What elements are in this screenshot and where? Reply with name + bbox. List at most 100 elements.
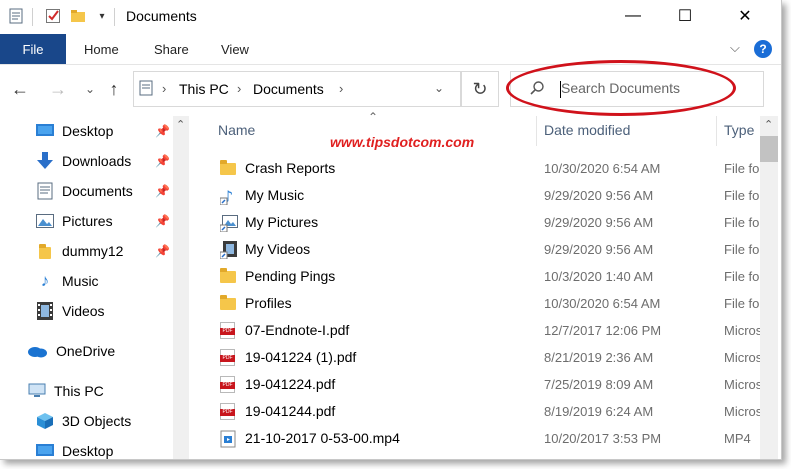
tab-home[interactable]: Home (84, 34, 119, 64)
nav-item-label: Documents (62, 183, 133, 199)
file-name: 21-10-2017 0-53-00.mp4 (245, 430, 400, 446)
pin-icon[interactable]: 📌 (155, 184, 170, 198)
pin-icon[interactable]: 📌 (155, 244, 170, 258)
breadcrumb-arrow-icon[interactable]: › (237, 81, 241, 96)
qat-separator (32, 8, 33, 26)
breadcrumb-arrow-icon[interactable]: › (162, 81, 166, 96)
nav-item-onedrive[interactable]: OneDrive (26, 339, 115, 363)
file-type: File folder (724, 161, 760, 176)
file-row[interactable]: My Pictures 9/29/2020 9:56 AM File folde… (216, 210, 760, 237)
nav-item-downloads[interactable]: Downloads (36, 149, 131, 173)
file-list-scrollbar[interactable] (760, 116, 778, 459)
music-shortcut-icon: ♪ (219, 187, 238, 206)
maximize-button[interactable]: ☐ (662, 0, 708, 32)
pdf-icon (220, 376, 238, 394)
column-header-date-modified[interactable]: Date modified (544, 122, 630, 138)
file-row[interactable]: Pending Pings 10/3/2020 1:40 AM File fol… (216, 264, 760, 291)
pdf-icon (220, 322, 238, 340)
breadcrumb-documents[interactable]: Documents (253, 81, 324, 97)
this-pc-small-icon (138, 80, 154, 101)
file-name: Crash Reports (245, 160, 336, 176)
tab-file[interactable]: File (0, 34, 66, 64)
file-row[interactable]: 21-10-2017 0-53-00.mp4 10/20/2017 3:53 P… (216, 426, 760, 453)
window-title: Documents (126, 8, 197, 24)
file-row[interactable]: 19-041244.pdf 8/19/2019 6:24 AM Microsof… (216, 399, 760, 426)
downloads-icon (36, 152, 54, 170)
pin-icon[interactable]: 📌 (155, 154, 170, 168)
new-folder-icon[interactable] (70, 8, 86, 24)
pin-icon[interactable]: 📌 (155, 124, 170, 138)
file-row[interactable]: My Videos 9/29/2020 9:56 AM File folder (216, 237, 760, 264)
address-bar[interactable]: › This PC › Documents › ⌄ (133, 71, 461, 107)
pin-icon[interactable]: 📌 (155, 214, 170, 228)
tab-share[interactable]: Share (154, 34, 189, 64)
nav-item-label: Pictures (62, 213, 113, 229)
scroll-up-icon[interactable]: ⌃ (764, 118, 773, 131)
nav-item-3d-objects[interactable]: 3D Objects (36, 409, 131, 433)
close-button[interactable]: ✕ (722, 0, 768, 32)
nav-item-this-pc[interactable]: This PC (28, 379, 104, 403)
customize-qat-chevron-icon[interactable]: ▾ (94, 8, 110, 24)
file-date: 9/29/2020 9:56 AM (544, 215, 654, 230)
file-date: 12/7/2017 12:06 PM (544, 323, 662, 338)
file-name: 19-041224.pdf (245, 376, 336, 392)
recent-locations-chevron-icon[interactable]: ⌄ (82, 78, 98, 100)
column-separator[interactable] (536, 116, 537, 146)
nav-item-desktop[interactable]: Desktop (36, 119, 113, 143)
column-separator[interactable] (716, 116, 717, 146)
scrollbar-thumb[interactable] (760, 136, 778, 162)
file-date: 10/30/2020 6:54 AM (544, 161, 661, 176)
pictures-shortcut-icon (219, 214, 238, 233)
tab-view[interactable]: View (221, 34, 249, 64)
nav-item-documents[interactable]: Documents (36, 179, 133, 203)
forward-arrow-icon[interactable]: → (48, 78, 68, 100)
file-name: 19-041244.pdf (245, 403, 336, 419)
back-arrow-icon[interactable]: ← (10, 78, 30, 100)
up-arrow-icon[interactable]: ↑ (104, 78, 124, 100)
file-type: File folder (724, 296, 760, 311)
file-type: File folder (724, 242, 760, 257)
file-name: 07-Endnote-I.pdf (245, 322, 350, 338)
this-pc-icon (28, 382, 46, 400)
watermark-text: www.tipsdotcom.com (330, 134, 475, 150)
nav-item-label: OneDrive (56, 343, 116, 359)
breadcrumb-arrow-icon[interactable]: › (339, 81, 343, 96)
onedrive-icon (26, 342, 48, 360)
file-name: Pending Pings (245, 268, 336, 284)
file-type: Microsoft (724, 377, 760, 392)
nav-item-dummy12[interactable]: dummy12 (36, 239, 123, 263)
nav-item-label: Videos (62, 303, 105, 319)
address-history-chevron-icon[interactable]: ⌄ (434, 81, 444, 95)
pdf-icon (220, 403, 238, 421)
nav-item-desktop-2[interactable]: Desktop (36, 439, 114, 459)
column-header-type[interactable]: Type (724, 122, 760, 138)
file-row[interactable]: 07-Endnote-I.pdf 12/7/2017 12:06 PM Micr… (216, 318, 760, 345)
expand-ribbon-chevron-icon[interactable]: ⌵ (730, 40, 740, 56)
nav-item-music[interactable]: ♪ Music (36, 269, 99, 293)
properties-icon[interactable] (8, 8, 24, 24)
file-row[interactable]: Profiles 10/30/2020 6:54 AM File folder (216, 291, 760, 318)
music-icon: ♪ (40, 271, 50, 290)
videos-shortcut-icon (219, 241, 238, 260)
breadcrumb-this-pc[interactable]: This PC (179, 81, 229, 97)
refresh-button[interactable]: ↻ (461, 71, 499, 107)
nav-item-videos[interactable]: Videos (36, 299, 105, 323)
minimize-button[interactable]: — (610, 0, 656, 32)
folder-icon (220, 268, 238, 286)
3d-objects-icon (36, 412, 54, 430)
file-row[interactable]: Crash Reports 10/30/2020 6:54 AM File fo… (216, 156, 760, 183)
checkmark-properties-icon[interactable] (45, 8, 61, 24)
nav-pane-scrollbar[interactable] (173, 116, 189, 459)
folder-icon (36, 242, 54, 260)
nav-item-label: 3D Objects (62, 413, 132, 429)
file-row[interactable]: ♪ My Music 9/29/2020 9:56 AM File folder (216, 183, 760, 210)
nav-item-pictures[interactable]: Pictures (36, 209, 113, 233)
nav-item-label: Desktop (62, 443, 114, 459)
help-button[interactable]: ? (754, 40, 772, 58)
file-row[interactable]: 19-041224 (1).pdf 8/21/2019 2:36 AM Micr… (216, 345, 760, 372)
file-date: 8/19/2019 6:24 AM (544, 404, 654, 419)
file-row[interactable]: 19-041224.pdf 7/25/2019 8:09 AM Microsof… (216, 372, 760, 399)
column-header-name[interactable]: Name (218, 122, 255, 138)
file-type: File folder (724, 215, 760, 230)
scroll-up-icon[interactable]: ⌃ (176, 118, 185, 131)
